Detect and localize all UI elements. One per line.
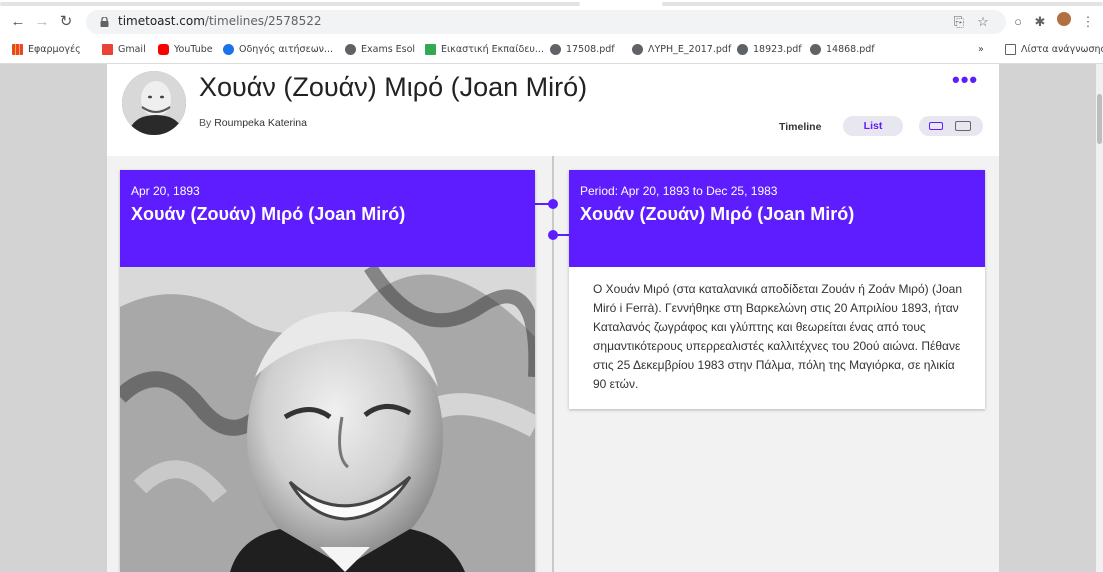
period-card-header: Period: Apr 20, 1893 to Dec 25, 1983 Χου… — [569, 170, 985, 267]
reading-list-label: Λίστα ανάγνωσης — [1021, 44, 1103, 55]
bookmark-pdf-18923[interactable]: 18923.pdf — [737, 44, 802, 55]
event-date: Apr 20, 1893 — [131, 184, 200, 198]
timeline-axis — [552, 156, 554, 572]
more-bookmarks-button[interactable]: » — [978, 44, 984, 55]
more-bookmarks-label: » — [978, 44, 984, 55]
bookmark-label: YouTube — [174, 44, 213, 55]
translate-icon[interactable]: ⎘ — [949, 12, 969, 32]
bookmark-pdf-lyrh[interactable]: ΛΥΡΗ_Ε_2017.pdf — [632, 44, 731, 55]
bookmark-art-education[interactable]: Εικαστική Εκπαίδευ... — [425, 44, 544, 55]
youtube-icon — [158, 44, 169, 55]
tab-timeline[interactable]: Timeline — [779, 121, 821, 133]
bookmark-label: Οδηγός αιτήσεων... — [239, 44, 334, 55]
layout-toggle[interactable] — [919, 116, 983, 136]
url-path: /timelines/2578522 — [204, 14, 322, 28]
globe-icon — [223, 44, 234, 55]
page-title: Χουάν (Ζουάν) Μιρό (Joan Miró) — [199, 72, 588, 102]
bookmark-apps[interactable]: Εφαρμογές — [12, 44, 81, 55]
period-node[interactable] — [548, 230, 558, 240]
tab-bar-segment — [0, 2, 580, 6]
author-link[interactable]: Roumpeka Katerina — [214, 117, 307, 129]
reading-list-button[interactable]: Λίστα ανάγνωσης — [1005, 44, 1103, 55]
bookmark-label: Εικαστική Εκπαίδευ... — [441, 44, 544, 55]
gmail-icon — [102, 44, 113, 55]
reading-list-icon — [1005, 44, 1016, 55]
menu-icon[interactable]: ⋮ — [1078, 12, 1098, 32]
globe-icon — [810, 44, 821, 55]
period-date: Period: Apr 20, 1893 to Dec 25, 1983 — [580, 184, 778, 198]
bookmark-gmail[interactable]: Gmail — [102, 44, 146, 55]
more-options-icon[interactable]: ••• — [952, 69, 978, 91]
bookmark-label: ΛΥΡΗ_Ε_2017.pdf — [648, 44, 732, 55]
portrait-photo — [120, 267, 535, 572]
timeline-area[interactable]: Apr 20, 1893 Χουάν (Ζουάν) Μιρό (Joan Mi… — [107, 156, 999, 572]
extensions-icon[interactable]: ✱ — [1030, 12, 1050, 32]
url-host: timetoast.com — [118, 14, 205, 28]
event-photo[interactable] — [120, 267, 535, 572]
globe-icon — [632, 44, 643, 55]
bookmark-label: Exams Esol — [361, 44, 416, 55]
event-card[interactable]: Apr 20, 1893 Χουάν (Ζουάν) Μιρό (Joan Mi… — [120, 170, 535, 572]
bookmark-label: Gmail — [118, 44, 146, 55]
wide-layout-icon[interactable] — [955, 121, 971, 131]
period-title[interactable]: Χουάν (Ζουάν) Μιρό (Joan Miró) — [580, 204, 854, 225]
reload-icon[interactable]: ↻ — [56, 12, 76, 32]
lock-icon — [100, 17, 109, 27]
author-line: By Roumpeka Katerina — [199, 117, 307, 129]
bookmark-label: Εφαρμογές — [28, 44, 81, 55]
globe-icon — [737, 44, 748, 55]
period-description: Ο Χουάν Μιρό (στα καταλανικά αποδίδεται … — [593, 282, 962, 391]
compact-layout-icon[interactable] — [929, 122, 943, 130]
bookmarks-bar: Εφαρμογές Gmail YouTube Οδηγός αιτήσεων.… — [0, 38, 1103, 64]
tab-strip — [0, 0, 1103, 8]
browser-chrome: ← → ↻ timetoast.com/timelines/2578522 ⎘ … — [0, 0, 1103, 64]
event-node[interactable] — [548, 199, 558, 209]
tab-bar-segment — [662, 2, 1103, 6]
opera-icon[interactable]: ○ — [1008, 12, 1028, 32]
scrollbar-thumb[interactable] — [1097, 94, 1102, 144]
bookmark-guide[interactable]: Οδηγός αιτήσεων... — [223, 44, 333, 55]
bookmark-pdf-14868[interactable]: 14868.pdf — [810, 44, 875, 55]
bookmark-label: 17508.pdf — [566, 44, 615, 55]
bookmark-label: 18923.pdf — [753, 44, 802, 55]
profile-avatar[interactable] — [1054, 12, 1074, 32]
back-icon[interactable]: ← — [8, 12, 28, 32]
star-icon[interactable]: ☆ — [973, 12, 993, 32]
event-title[interactable]: Χουάν (Ζουάν) Μιρό (Joan Miró) — [131, 204, 405, 225]
bookmark-exams[interactable]: Exams Esol — [345, 44, 415, 55]
globe-icon — [345, 44, 356, 55]
event-card-header: Apr 20, 1893 Χουάν (Ζουάν) Μιρό (Joan Mi… — [120, 170, 535, 267]
scrollbar[interactable] — [1096, 64, 1103, 572]
address-row: ← → ↻ timetoast.com/timelines/2578522 ⎘ … — [0, 8, 1103, 38]
author-avatar — [122, 71, 186, 135]
bookmark-label: 14868.pdf — [826, 44, 875, 55]
globe-icon — [550, 44, 561, 55]
period-card[interactable]: Period: Apr 20, 1893 to Dec 25, 1983 Χου… — [569, 170, 985, 409]
timeline-header: Χουάν (Ζουάν) Μιρό (Joan Miró) By Roumpe… — [107, 64, 999, 156]
apps-icon — [12, 44, 23, 55]
bookmark-pdf-17508[interactable]: 17508.pdf — [550, 44, 615, 55]
bookmark-youtube[interactable]: YouTube — [158, 44, 213, 55]
url-text[interactable]: timetoast.com/timelines/2578522 — [118, 14, 321, 28]
forward-icon[interactable]: → — [32, 12, 52, 32]
portrait-icon — [122, 71, 186, 135]
tab-list[interactable]: List — [843, 116, 903, 136]
by-prefix: By — [199, 117, 212, 129]
museum-icon — [425, 44, 436, 55]
